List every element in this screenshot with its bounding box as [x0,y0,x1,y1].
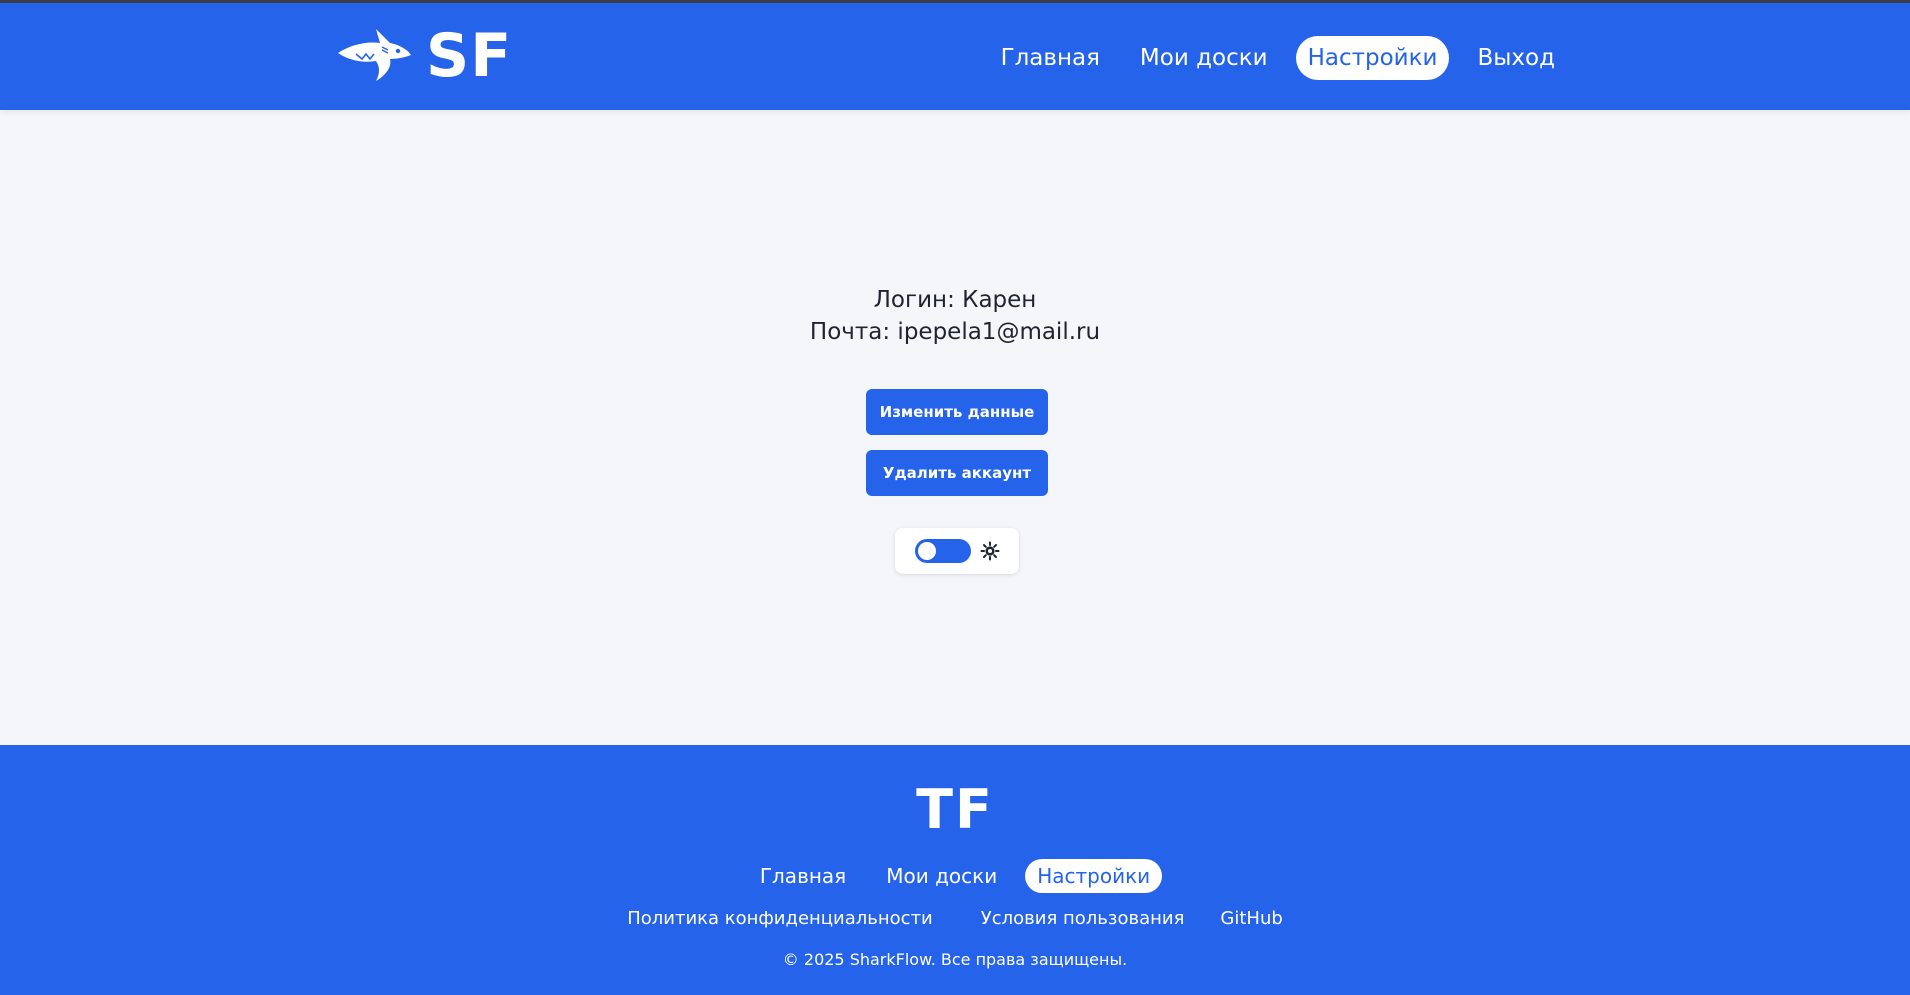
site-header: SF Главная Мои доски Настройки Выход [0,3,1910,110]
edit-data-button[interactable]: Изменить данные [866,389,1048,435]
delete-account-button[interactable]: Удалить аккаунт [866,450,1048,496]
toggle-knob [918,542,936,560]
nav-my-boards[interactable]: Мои доски [1128,36,1280,80]
terms-of-use-link[interactable]: Условия пользования [981,908,1185,930]
profile-info: Логин: Карен Почта: ipepela1@mail.ru [0,284,1910,348]
theme-toggle[interactable] [915,539,971,563]
login-text: Логин: Карен [873,287,1037,313]
footer-nav: Главная Мои доски Настройки [0,859,1910,893]
footer-nav-my-boards[interactable]: Мои доски [874,859,1009,893]
github-link[interactable]: GitHub [1220,908,1282,930]
footer-nav-home[interactable]: Главная [748,859,858,893]
page: SF Главная Мои доски Настройки Выход Лог… [0,0,1910,995]
settings-content: Логин: Карен Почта: ipepela1@mail.ru Изм… [0,110,1910,745]
nav-logout[interactable]: Выход [1465,36,1567,80]
copyright-text: © 2025 SharkFlow. Все права защищены. [782,950,1128,969]
nav-settings[interactable]: Настройки [1295,36,1450,80]
logo[interactable]: SF [336,24,512,88]
email-text: Почта: ipepela1@mail.ru [809,319,1101,345]
shark-logo-icon [336,23,412,89]
privacy-policy-link[interactable]: Политика конфиденциальности [627,908,933,930]
sun-icon [979,540,1001,562]
footer-nav-settings[interactable]: Настройки [1025,859,1163,893]
footer-links: Политика конфиденциальности Условия поль… [0,908,1910,930]
nav-home[interactable]: Главная [989,36,1112,80]
theme-switcher [895,528,1019,574]
site-footer: TF Главная Мои доски Настройки Политика … [0,745,1910,995]
main-nav: Главная Мои доски Настройки Выход [989,36,1567,80]
logo-text: SF [426,21,513,91]
footer-logo: TF [916,778,994,841]
